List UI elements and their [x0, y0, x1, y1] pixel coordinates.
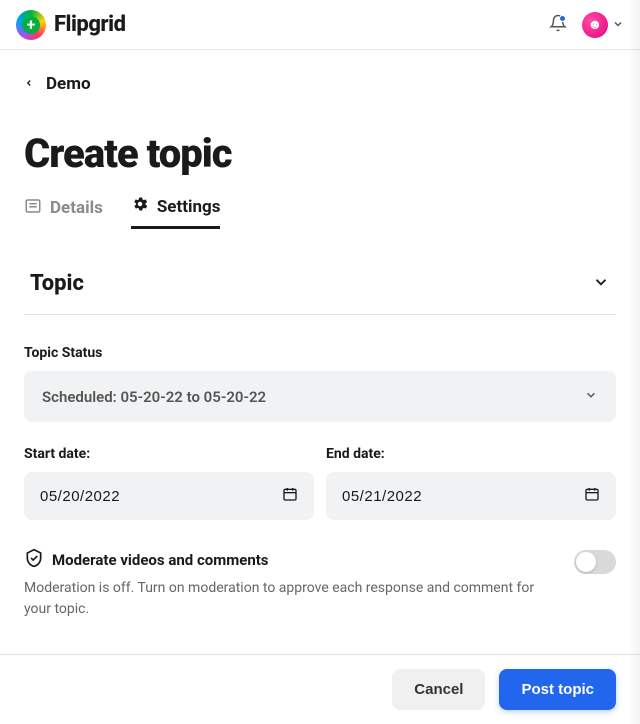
start-date-input-wrap[interactable]: [24, 472, 314, 520]
field-topic-status: Topic Status Scheduled: 05-20-22 to 05-2…: [24, 345, 616, 422]
moderate-header: Moderate videos and comments: [24, 548, 554, 572]
chevron-down-icon: [612, 15, 624, 34]
moderate-block: Moderate videos and comments Moderation …: [24, 548, 616, 620]
tab-settings[interactable]: Settings: [131, 195, 221, 229]
avatar: ☻: [582, 12, 608, 38]
section-title: Topic: [30, 271, 84, 296]
details-icon: [24, 197, 42, 220]
breadcrumb-back[interactable]: Demo: [24, 74, 616, 94]
field-end-date: End date:: [326, 446, 616, 520]
topic-status-value: Scheduled: 05-20-22 to 05-20-22: [42, 388, 266, 406]
chevron-down-icon: [584, 387, 598, 406]
topic-status-label: Topic Status: [24, 345, 616, 361]
post-topic-button[interactable]: Post topic: [499, 669, 616, 710]
end-date-label: End date:: [326, 446, 616, 462]
end-date-input[interactable]: [342, 488, 584, 505]
gear-icon: [131, 195, 149, 218]
notifications-button[interactable]: [548, 15, 568, 35]
tab-settings-label: Settings: [157, 197, 221, 217]
brand-name: Flipgrid: [54, 12, 125, 37]
main-content: Demo Create topic Details Settings Topic…: [0, 50, 640, 620]
field-start-date: Start date:: [24, 446, 314, 520]
app-header: + Flipgrid ☻: [0, 0, 640, 50]
calendar-icon: [282, 486, 298, 506]
header-right: ☻: [548, 12, 624, 38]
moderate-toggle[interactable]: [574, 550, 616, 574]
topic-status-select[interactable]: Scheduled: 05-20-22 to 05-20-22: [24, 371, 616, 422]
tab-details-label: Details: [50, 198, 103, 218]
tab-details[interactable]: Details: [24, 195, 103, 229]
brand[interactable]: + Flipgrid: [16, 10, 125, 40]
end-date-input-wrap[interactable]: [326, 472, 616, 520]
shield-check-icon: [24, 548, 44, 572]
start-date-input[interactable]: [40, 488, 282, 505]
user-menu[interactable]: ☻: [582, 12, 624, 38]
breadcrumb-label: Demo: [46, 74, 91, 94]
toggle-knob: [576, 552, 596, 572]
brand-logo-icon: +: [16, 10, 46, 40]
plus-icon: +: [27, 17, 36, 33]
moderate-title: Moderate videos and comments: [52, 551, 269, 569]
page-title: Create topic: [24, 130, 616, 177]
start-date-label: Start date:: [24, 446, 314, 462]
date-row: Start date: End date:: [24, 446, 616, 520]
chevron-down-icon: [592, 273, 610, 295]
footer-actions: Cancel Post topic: [0, 654, 640, 724]
cancel-button[interactable]: Cancel: [392, 669, 485, 710]
avatar-face-icon: ☻: [588, 16, 603, 33]
moderate-description: Moderation is off. Turn on moderation to…: [24, 578, 554, 620]
moderate-text: Moderate videos and comments Moderation …: [24, 548, 554, 620]
notification-dot-icon: [559, 15, 566, 22]
tabs: Details Settings: [24, 195, 616, 229]
section-topic-toggle[interactable]: Topic: [24, 259, 616, 315]
chevron-left-icon: [24, 75, 34, 94]
calendar-icon: [584, 486, 600, 506]
